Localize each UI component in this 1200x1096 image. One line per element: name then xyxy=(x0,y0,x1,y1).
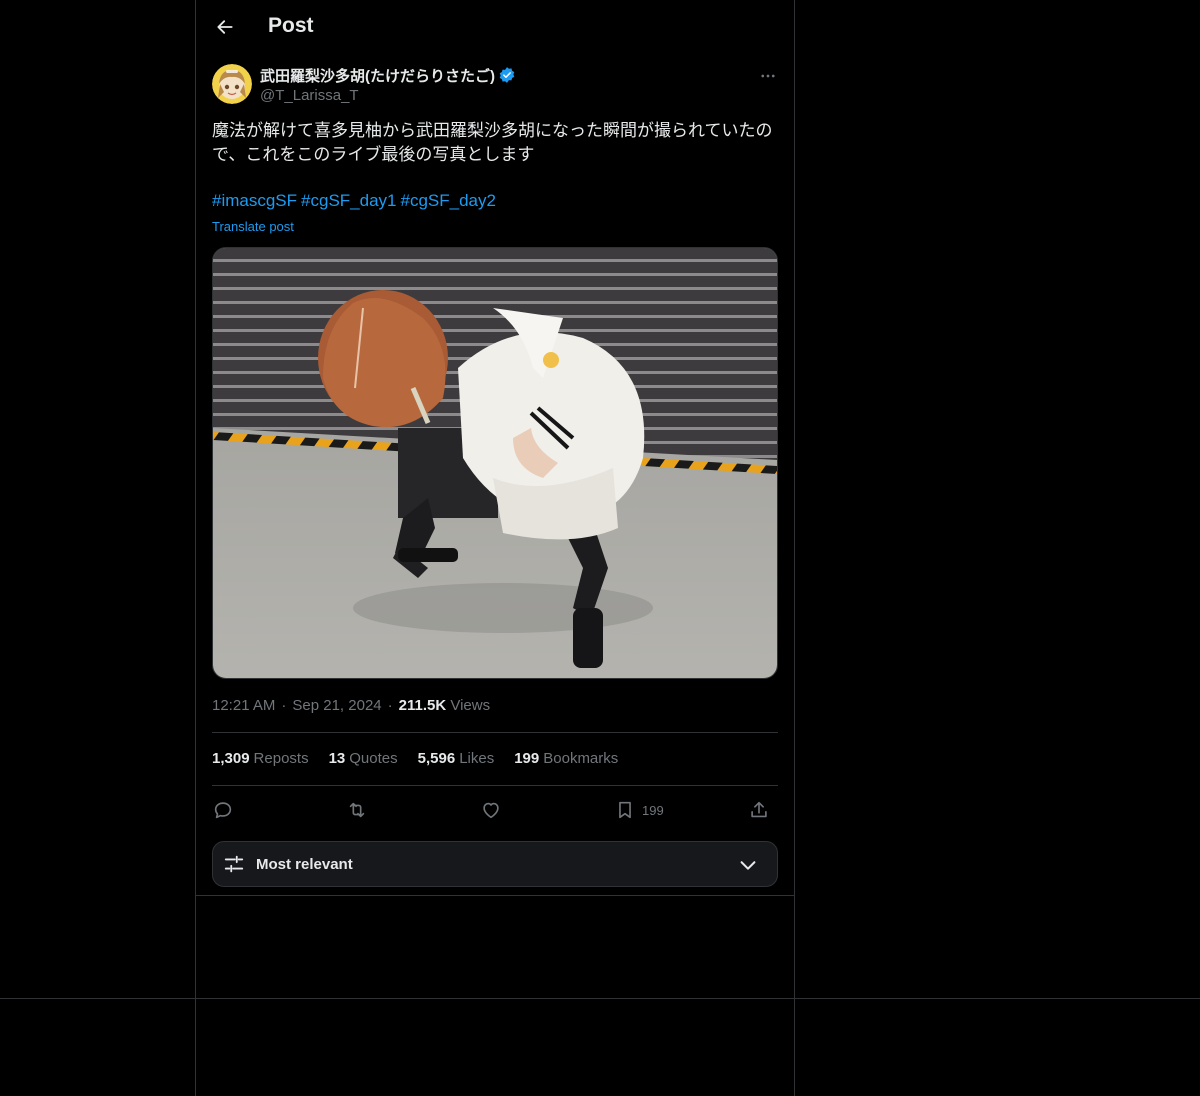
post-text: 魔法が解けて喜多見柚から武田羅梨沙多胡になった瞬間が撮られていたので、これをこの… xyxy=(212,121,773,164)
sliders-icon xyxy=(224,855,244,873)
action-bar: 199 xyxy=(212,796,778,824)
quotes-stat[interactable]: 13 Quotes xyxy=(329,750,398,767)
translate-post-link[interactable]: Translate post xyxy=(212,219,294,234)
verified-badge-icon[interactable] xyxy=(498,66,516,84)
reposts-label: Reposts xyxy=(253,750,309,767)
post-header: Post xyxy=(196,0,794,53)
quotes-count: 13 xyxy=(328,750,346,767)
like-button[interactable] xyxy=(480,796,502,824)
repost-icon xyxy=(349,802,365,818)
author-display-name[interactable]: 武田羅梨沙多胡(たけだらりさたご) xyxy=(260,65,495,86)
divider xyxy=(212,732,778,733)
share-button[interactable] xyxy=(748,796,770,824)
bookmarks-count: 199 xyxy=(514,750,540,767)
avatar[interactable] xyxy=(212,64,252,104)
reply-sort-dropdown[interactable]: Most relevant xyxy=(212,841,778,887)
post-photo[interactable] xyxy=(212,247,778,679)
back-button[interactable] xyxy=(208,10,242,44)
column-divider xyxy=(196,895,794,896)
post-meta: 12:21 AM · Sep 21, 2024 · 211.5K Views xyxy=(212,697,490,714)
author-handle[interactable]: @T_Larissa_T xyxy=(260,87,359,104)
post-date[interactable]: Sep 21, 2024 xyxy=(292,697,381,714)
reposts-count: 1,309 xyxy=(212,750,250,767)
bookmarks-stat[interactable]: 199 Bookmarks xyxy=(514,750,618,767)
post-time[interactable]: 12:21 AM xyxy=(212,697,275,714)
post-hashtags: #imascgSF #cgSF_day1 #cgSF_day2 xyxy=(212,191,500,211)
likes-stat[interactable]: 5,596 Likes xyxy=(418,750,495,767)
like-icon xyxy=(483,802,499,819)
post-photo-image xyxy=(213,248,777,678)
likes-label: Likes xyxy=(459,750,495,767)
meta-separator: · xyxy=(387,697,393,714)
reply-button[interactable] xyxy=(212,796,234,824)
back-arrow-icon xyxy=(217,20,233,34)
hashtag-link[interactable]: #cgSF_day1 xyxy=(301,191,396,210)
hashtag-link[interactable]: #imascgSF xyxy=(212,191,297,210)
divider xyxy=(212,785,778,786)
hashtag-link[interactable]: #cgSF_day2 xyxy=(400,191,495,210)
chevron-down-icon xyxy=(740,861,756,870)
bookmark-count: 199 xyxy=(642,802,664,818)
likes-count: 5,596 xyxy=(417,750,456,767)
meta-separator: · xyxy=(281,697,287,714)
repost-button[interactable] xyxy=(346,796,368,824)
sort-selected-value: Most relevant xyxy=(256,856,353,873)
bookmarks-label: Bookmarks xyxy=(543,750,619,767)
reply-icon xyxy=(214,802,232,819)
share-icon xyxy=(751,801,767,818)
primary-column: Post 武田羅梨沙多胡(たけだらりさたご) @T_Larissa_T 魔法が解… xyxy=(195,0,795,1096)
post-stats: 1,309 Reposts 13 Quotes 5,596 Likes 199 Book… xyxy=(212,750,618,767)
reposts-stat[interactable]: 1,309 Reposts xyxy=(212,750,309,767)
more-dots-icon xyxy=(761,74,775,78)
avatar-image xyxy=(212,64,252,104)
bookmark-icon xyxy=(619,801,631,819)
views-label: Views xyxy=(450,697,491,714)
views-count: 211.5K xyxy=(398,697,447,714)
page-title: Post xyxy=(268,14,314,37)
quotes-label: Quotes xyxy=(349,750,398,767)
more-options-button[interactable] xyxy=(756,64,780,88)
bookmark-button[interactable]: 199 xyxy=(614,796,664,824)
